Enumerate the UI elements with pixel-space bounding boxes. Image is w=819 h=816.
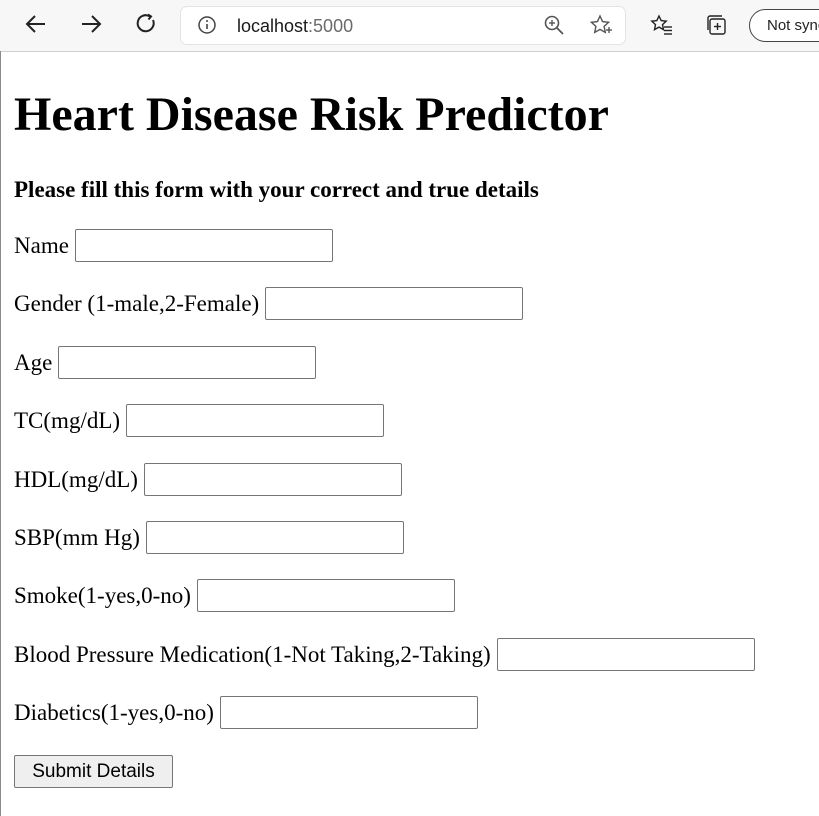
gender-input[interactable] (265, 287, 524, 320)
sync-status-label: Not syncing (767, 17, 819, 34)
field-row-hdl: HDL(mg/dL) (14, 463, 402, 496)
sbp-input[interactable] (145, 521, 404, 554)
field-row-tc: TC(mg/dL) (14, 404, 385, 437)
sbp-label: SBP(mm Hg) (14, 524, 140, 550)
field-row-diabetics: Diabetics(1-yes,0-no) (14, 696, 478, 729)
zoom-icon[interactable] (543, 14, 565, 41)
field-row-sbp: SBP(mm Hg) (14, 521, 404, 554)
back-arrow-icon[interactable] (22, 10, 50, 38)
bp-medication-input[interactable] (496, 638, 755, 671)
field-row-bp-medication: Blood Pressure Medication(1-Not Taking,2… (14, 638, 755, 671)
forward-arrow-icon[interactable] (77, 10, 105, 38)
tc-label: TC(mg/dL) (14, 407, 121, 433)
address-bar[interactable]: localhost:5000 (181, 7, 625, 44)
field-row-age: Age (14, 346, 317, 379)
smoke-label: Smoke(1-yes,0-no) (14, 582, 191, 608)
gender-label: Gender (1-male,2-Female) (14, 290, 260, 316)
field-row-gender: Gender (1-male,2-Female) (14, 287, 524, 320)
url-text: localhost:5000 (237, 16, 353, 37)
url-port: :5000 (308, 16, 354, 36)
favorite-star-icon[interactable] (589, 14, 613, 41)
refresh-icon[interactable] (132, 10, 160, 38)
favorites-icon[interactable] (650, 14, 674, 41)
hdl-label: HDL(mg/dL) (14, 466, 138, 492)
submit-details-button[interactable]: Submit Details (14, 755, 173, 788)
window-edge (0, 51, 1, 816)
diabetics-label: Diabetics(1-yes,0-no) (14, 699, 214, 725)
collections-icon[interactable] (705, 14, 729, 41)
url-host: localhost (237, 16, 309, 36)
browser-toolbar: localhost:5000 Not syncing (0, 0, 819, 52)
bp-medication-label: Blood Pressure Medication(1-Not Taking,2… (14, 641, 491, 667)
form-instructions: Please fill this form with your correct … (14, 177, 539, 202)
age-input[interactable] (58, 346, 317, 379)
profile-sync-button[interactable]: Not syncing (749, 9, 819, 42)
name-label: Name (14, 232, 69, 258)
diabetics-input[interactable] (219, 696, 478, 729)
site-info-icon[interactable] (197, 15, 217, 40)
age-label: Age (14, 349, 53, 375)
tc-input[interactable] (126, 404, 385, 437)
field-row-name: Name (14, 229, 333, 262)
hdl-input[interactable] (143, 463, 402, 496)
name-input[interactable] (74, 229, 333, 262)
smoke-input[interactable] (196, 579, 455, 612)
page-title: Heart Disease Risk Predictor (14, 88, 609, 141)
field-row-smoke: Smoke(1-yes,0-no) (14, 579, 455, 612)
